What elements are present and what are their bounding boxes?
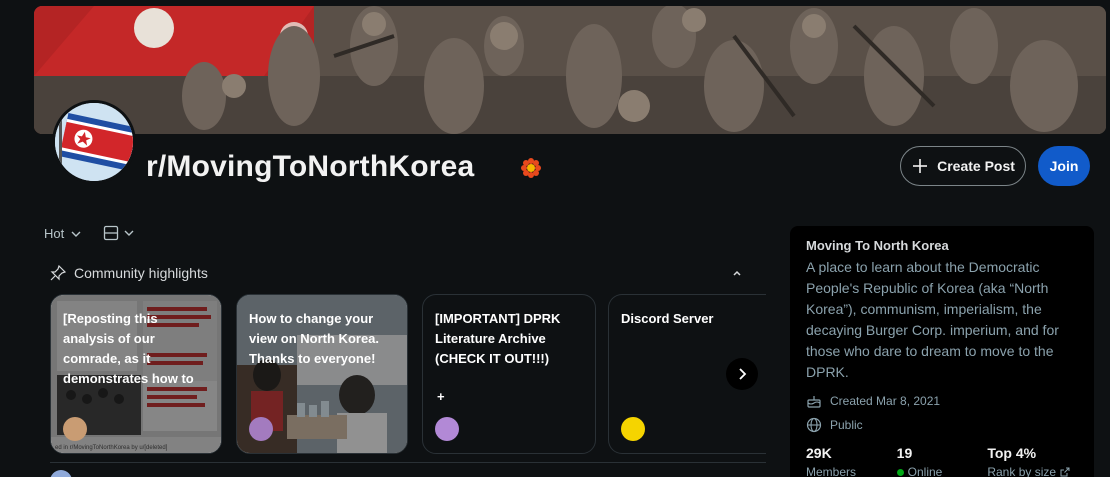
chevron-down-icon bbox=[71, 231, 81, 237]
stat-value: 19 bbox=[896, 445, 913, 461]
external-link-icon bbox=[1060, 467, 1070, 477]
sort-label: Hot bbox=[44, 226, 65, 241]
highlight-extra: + bbox=[437, 389, 445, 404]
highlight-card[interactable]: [IMPORTANT] DPRK Literature Archive (CHE… bbox=[422, 294, 596, 454]
carousel-next-button[interactable] bbox=[726, 358, 758, 390]
subreddit-title: r/MovingToNorthKorea bbox=[146, 150, 475, 183]
community-sidebar: Moving To North Korea A place to learn a… bbox=[790, 226, 1094, 477]
highlight-title: [IMPORTANT] DPRK Literature Archive (CHE… bbox=[435, 311, 561, 366]
stat-label: Rank by size bbox=[987, 465, 1078, 477]
community-name: Moving To North Korea bbox=[806, 238, 949, 253]
chevron-right-icon bbox=[739, 368, 747, 380]
created-date: Created Mar 8, 2021 bbox=[806, 393, 1078, 409]
highlight-title: [Reposting this analysis of our comrade,… bbox=[63, 311, 194, 386]
create-post-label: Create Post bbox=[937, 158, 1015, 174]
visibility-label: Public bbox=[830, 418, 863, 432]
view-dropdown[interactable] bbox=[103, 225, 135, 241]
sort-dropdown[interactable]: Hot bbox=[44, 226, 82, 241]
community-highlights-header: Community highlights bbox=[50, 265, 208, 281]
post-avatar bbox=[50, 470, 72, 477]
feed-divider bbox=[50, 462, 766, 463]
banner-artwork bbox=[34, 6, 1106, 134]
stat-label-text: Online bbox=[907, 465, 943, 477]
subreddit-page: r/MovingToNorthKorea Create Post Join Ho… bbox=[0, 0, 1110, 477]
highlight-card[interactable]: How to change your view on North Korea. … bbox=[236, 294, 408, 454]
create-post-button[interactable]: Create Post bbox=[900, 146, 1026, 186]
highlights-label: Community highlights bbox=[74, 265, 208, 281]
community-award-icon bbox=[521, 158, 541, 178]
stat-value: 29K bbox=[806, 445, 832, 461]
visibility: Public bbox=[806, 417, 1078, 433]
community-description: A place to learn about the Democratic Pe… bbox=[806, 259, 1059, 380]
stat-online: 19 Online bbox=[896, 445, 988, 477]
chevron-up-icon[interactable] bbox=[730, 266, 744, 280]
stat-value: Top 4% bbox=[987, 445, 1037, 461]
stat-rank[interactable]: Top 4% Rank by size bbox=[987, 445, 1078, 477]
author-avatar bbox=[249, 417, 273, 441]
online-dot-icon bbox=[896, 468, 904, 476]
created-label: Created Mar 8, 2021 bbox=[830, 394, 941, 408]
join-button[interactable]: Join bbox=[1038, 146, 1090, 186]
stat-label: Members bbox=[806, 465, 897, 477]
pin-icon bbox=[50, 265, 66, 281]
stat-members: 29K Members bbox=[806, 445, 897, 477]
community-stats: 29K Members 19 Online Top 4% Rank by siz… bbox=[806, 445, 1078, 477]
highlight-title: How to change your view on North Korea. … bbox=[249, 311, 380, 366]
author-avatar bbox=[63, 417, 87, 441]
stat-label: Online bbox=[896, 465, 988, 477]
globe-icon bbox=[806, 417, 822, 433]
author-avatar bbox=[435, 417, 459, 441]
layout-icon bbox=[103, 225, 119, 241]
plus-icon bbox=[913, 159, 928, 173]
highlight-title: Discord Server bbox=[621, 311, 714, 326]
stat-label-text: Members bbox=[806, 465, 857, 477]
author-avatar bbox=[621, 417, 645, 441]
cake-icon bbox=[807, 396, 821, 408]
chevron-down-icon bbox=[124, 230, 134, 236]
stat-label-text: Rank by size bbox=[987, 465, 1057, 477]
subreddit-banner bbox=[34, 6, 1106, 134]
highlight-card[interactable]: ed in r/MovingToNorthKorea by u/[deleted… bbox=[50, 294, 222, 454]
subreddit-avatar bbox=[52, 100, 136, 184]
